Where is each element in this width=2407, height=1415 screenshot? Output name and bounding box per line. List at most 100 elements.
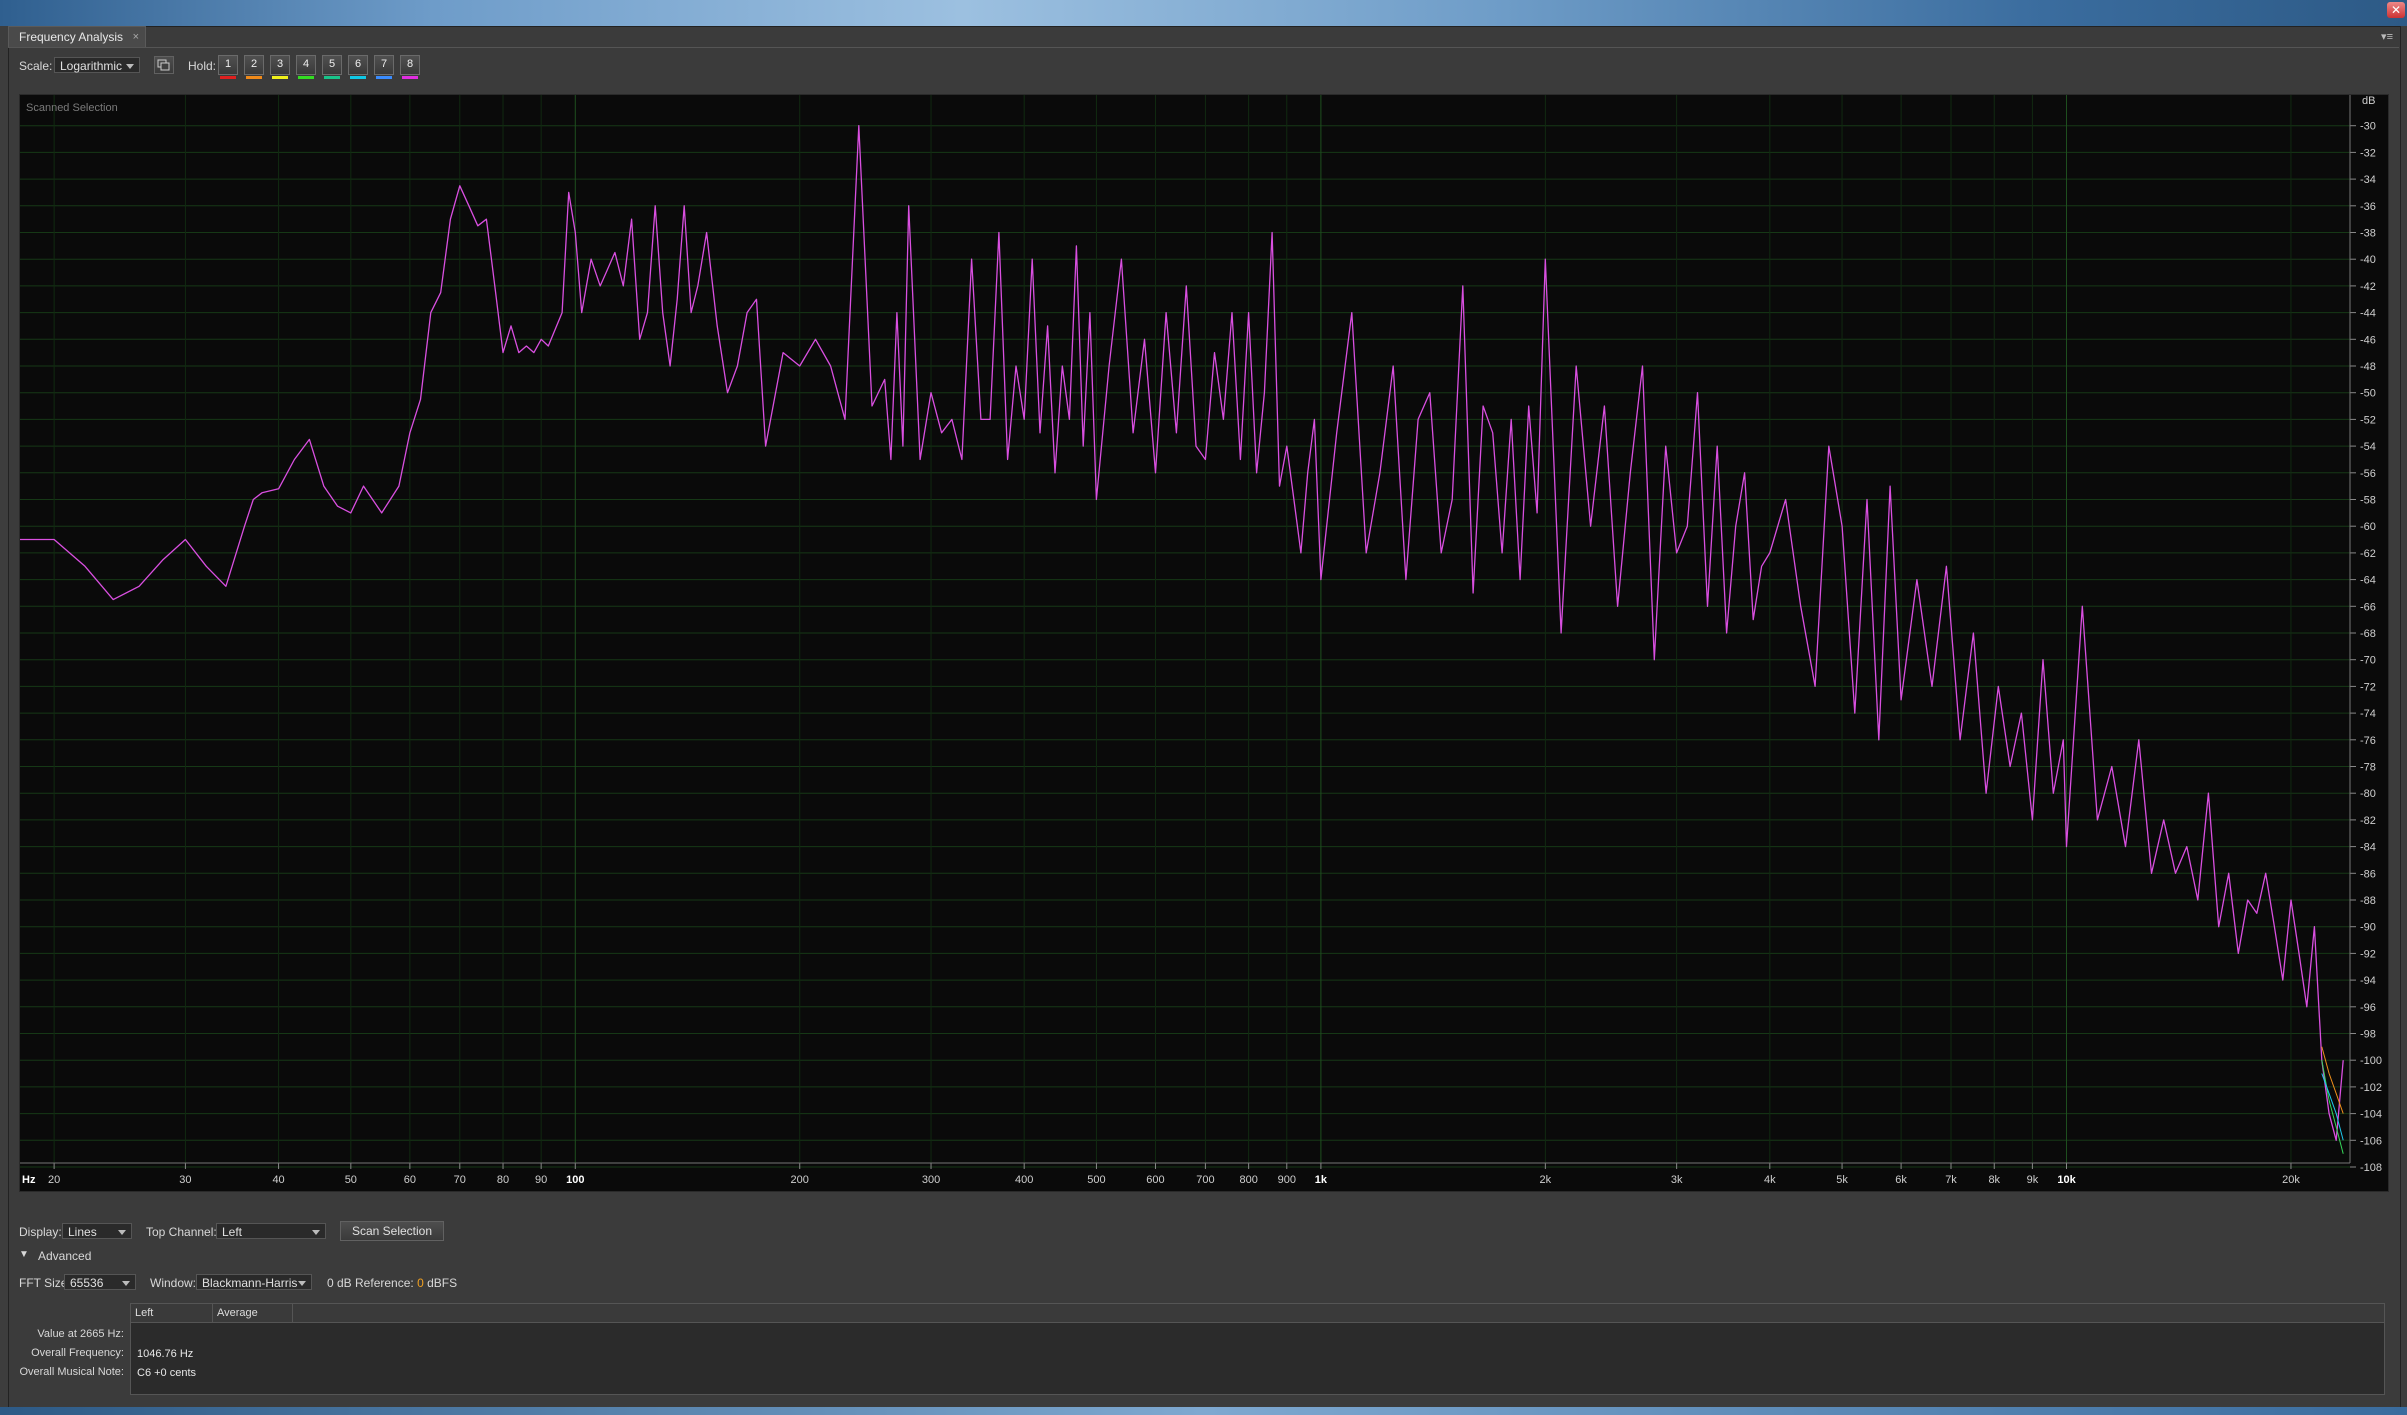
- x-tick-label: 8k: [1988, 1174, 2000, 1186]
- hold-button-2[interactable]: 2: [244, 55, 264, 79]
- hold-button-4[interactable]: 4: [296, 55, 316, 79]
- x-tick-label: 80: [497, 1174, 509, 1186]
- panel-menu-icon[interactable]: ▾≡: [2381, 30, 2393, 43]
- x-tick-label: 900: [1278, 1174, 1296, 1186]
- x-tick-label: 70: [454, 1174, 466, 1186]
- top-channel-label: Top Channel:: [146, 1225, 217, 1239]
- copy-to-clipboard-icon[interactable]: [154, 56, 174, 74]
- scale-dropdown[interactable]: Logarithmic: [54, 57, 140, 73]
- x-tick-label: 400: [1015, 1174, 1033, 1186]
- display-label: Display:: [19, 1225, 62, 1239]
- display-dropdown[interactable]: Lines: [62, 1223, 132, 1239]
- x-tick-label: 500: [1087, 1174, 1105, 1186]
- hold-color-swatch: [324, 76, 340, 79]
- y-tick-label: -38: [2360, 228, 2376, 240]
- x-tick-label: 20: [48, 1174, 60, 1186]
- hold-color-swatch: [350, 76, 366, 79]
- y-tick-label: -46: [2360, 334, 2376, 346]
- overall-note-value: C6 +0 cents: [137, 1367, 197, 1379]
- y-tick-label: -40: [2360, 254, 2376, 266]
- spectrum-plot-svg: -30 -32 -34 -36 -38 -40 -42 -44 -46 -48 -50 -52 -54 -…: [20, 95, 2382, 1186]
- hold-label: Hold:: [188, 59, 217, 73]
- window-label: Window:: [150, 1276, 197, 1290]
- x-tick-label: 90: [535, 1174, 547, 1186]
- y-tick-label: -50: [2360, 388, 2376, 400]
- hold-color-swatch: [376, 76, 392, 79]
- table-header: Left Average: [131, 1304, 2384, 1323]
- x-tick-label: 50: [345, 1174, 357, 1186]
- x-tick-label: 60: [404, 1174, 416, 1186]
- x-tick-label: 600: [1146, 1174, 1164, 1186]
- tab-close-icon[interactable]: ×: [133, 27, 139, 48]
- db-reference-value[interactable]: 0: [417, 1276, 424, 1290]
- db-reference-unit: dBFS: [427, 1276, 458, 1290]
- x-tick-label: 3k: [1671, 1174, 1683, 1186]
- x-unit-label: Hz: [22, 1174, 36, 1186]
- y-tick-label: -98: [2360, 1029, 2376, 1041]
- chart-title: Scanned Selection: [26, 102, 118, 114]
- x-tick-label: 700: [1196, 1174, 1214, 1186]
- spectrum-series-line: [2321, 1060, 2344, 1154]
- y-tick-label: -48: [2360, 361, 2376, 373]
- overall-note-label: Overall Musical Note:: [19, 1366, 124, 1378]
- x-tick-label: 2k: [1540, 1174, 1552, 1186]
- y-tick-label: -74: [2360, 708, 2376, 720]
- y-tick-label: -44: [2360, 308, 2376, 320]
- x-tick-label: 5k: [1836, 1174, 1848, 1186]
- scan-selection-button[interactable]: Scan Selection: [340, 1221, 444, 1241]
- y-tick-label: -78: [2360, 762, 2376, 774]
- y-tick-label: -34: [2360, 174, 2376, 186]
- y-tick-label: -52: [2360, 414, 2376, 426]
- column-header-average[interactable]: Average: [213, 1304, 293, 1322]
- db-reference-label: 0 dB Reference:: [327, 1276, 414, 1290]
- value-at-frequency-label: Value at 2665 Hz:: [37, 1328, 124, 1340]
- fft-size-dropdown[interactable]: 65536: [64, 1274, 136, 1290]
- y-tick-label: -72: [2360, 681, 2376, 693]
- y-tick-label: -96: [2360, 1002, 2376, 1014]
- tab-divider: [8, 47, 2399, 48]
- y-tick-label: -100: [2360, 1055, 2382, 1067]
- scale-label: Scale:: [19, 59, 53, 73]
- overall-frequency-value: 1046.76 Hz: [137, 1348, 194, 1360]
- top-channel-dropdown[interactable]: Left: [216, 1223, 326, 1239]
- hold-button-6[interactable]: 6: [348, 55, 368, 79]
- y-tick-label: -58: [2360, 495, 2376, 507]
- x-tick-label: 1k: [1315, 1174, 1328, 1186]
- y-tick-label: -68: [2360, 628, 2376, 640]
- y-tick-label: -32: [2360, 147, 2376, 159]
- advanced-chevron-icon[interactable]: ▼: [19, 1247, 29, 1263]
- hold-button-1[interactable]: 1: [218, 55, 238, 79]
- overall-frequency-label: Overall Frequency:: [31, 1347, 124, 1359]
- x-tick-label: 4k: [1764, 1174, 1776, 1186]
- y-tick-label: -90: [2360, 922, 2376, 934]
- y-tick-label: -94: [2360, 975, 2376, 987]
- tab-frequency-analysis[interactable]: Frequency Analysis ×: [8, 26, 147, 48]
- spectrum-plot[interactable]: -30 -32 -34 -36 -38 -40 -42 -44 -46 -48 -50 -52 -54 -…: [19, 94, 2389, 1192]
- y-tick-label: -104: [2360, 1109, 2382, 1121]
- window-bottom-border: [0, 1407, 2407, 1415]
- y-tick-label: -92: [2360, 948, 2376, 960]
- x-tick-label: 200: [791, 1174, 809, 1186]
- x-tick-label: 10k: [2057, 1174, 2076, 1186]
- x-tick-label: 800: [1239, 1174, 1257, 1186]
- window-close-icon[interactable]: ✕: [2387, 2, 2405, 18]
- y-tick-label: -30: [2360, 121, 2376, 133]
- y-tick-label: -76: [2360, 735, 2376, 747]
- advanced-toggle[interactable]: Advanced: [38, 1248, 91, 1264]
- hold-button-7[interactable]: 7: [374, 55, 394, 79]
- hold-button-5[interactable]: 5: [322, 55, 342, 79]
- y-tick-label: -36: [2360, 201, 2376, 213]
- y-tick-label: -106: [2360, 1135, 2382, 1147]
- analysis-table: Left Average 1046.76 Hz C6 +0 cents: [130, 1303, 2385, 1395]
- db-reference-row: 0 dB Reference: 0 dBFS: [327, 1275, 457, 1291]
- hold-button-8[interactable]: 8: [400, 55, 420, 79]
- window-dropdown[interactable]: Blackmann-Harris: [196, 1274, 312, 1290]
- x-tick-label: 100: [566, 1174, 584, 1186]
- hold-button-3[interactable]: 3: [270, 55, 290, 79]
- y-tick-label: -60: [2360, 521, 2376, 533]
- y-tick-label: -86: [2360, 868, 2376, 880]
- column-header-left[interactable]: Left: [131, 1304, 213, 1322]
- hold-color-swatch: [272, 76, 288, 79]
- y-tick-label: -54: [2360, 441, 2376, 453]
- y-tick-label: -64: [2360, 575, 2376, 587]
